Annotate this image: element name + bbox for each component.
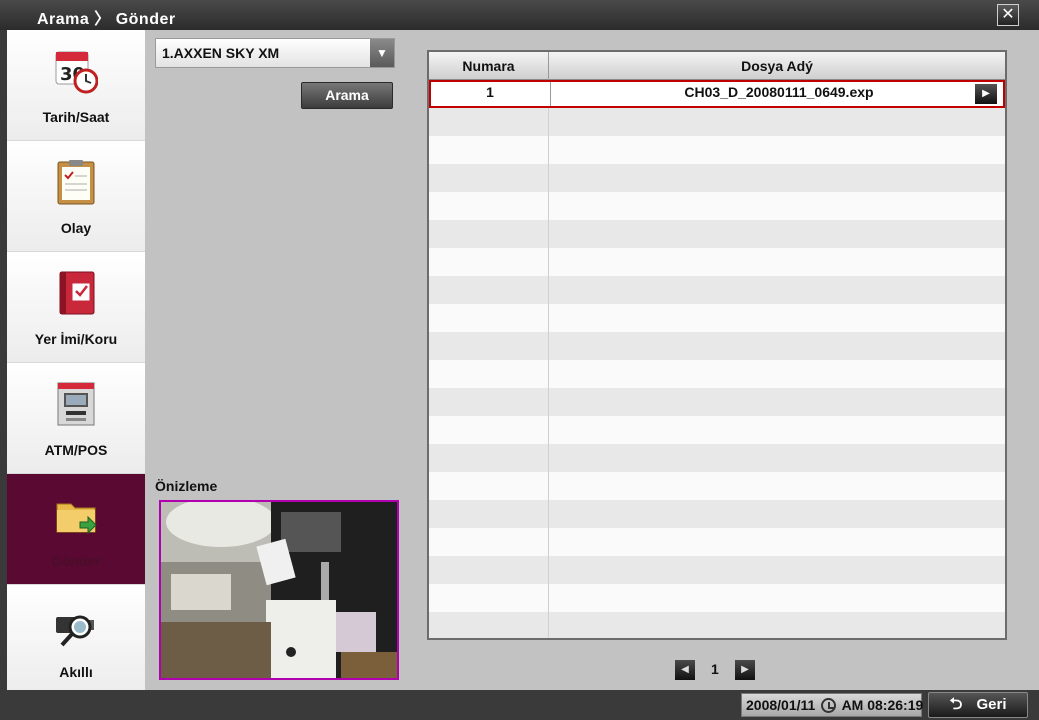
column-header-number[interactable]: Numara	[429, 52, 549, 80]
close-icon: ✕	[1001, 6, 1015, 23]
search-filter-panel: 1.AXXEN SKY XM ▼ Arama Önizleme	[145, 30, 405, 690]
sidebar-item-send[interactable]: Gönder	[7, 474, 145, 585]
back-button[interactable]: ⮌ Geri	[928, 692, 1028, 718]
device-select-value: 1.AXXEN SKY XM	[162, 45, 280, 61]
title-bar: Arama 〉 Gönder ✕	[0, 0, 1039, 30]
status-bar: 2008/01/11 AM 08:26:19 ⮌ Geri	[0, 690, 1039, 720]
return-arrow-icon: ⮌	[949, 696, 963, 713]
table-row-empty	[429, 584, 1005, 612]
sidebar-item-date-time[interactable]: 30 Tarih/Saat	[7, 30, 145, 141]
table-row-empty	[429, 248, 1005, 276]
time-text: AM 08:26:19	[841, 697, 924, 713]
sidebar-item-label: Akıllı	[59, 664, 93, 680]
sidebar-item-atm-pos[interactable]: ATM/POS	[7, 363, 145, 474]
chevron-down-icon[interactable]: ▼	[370, 39, 394, 67]
sidebar-item-label: Tarih/Saat	[42, 109, 110, 125]
table-row-empty	[429, 500, 1005, 528]
table-row-empty	[429, 472, 1005, 500]
table-row-empty	[429, 332, 1005, 360]
table-row-empty	[429, 108, 1005, 136]
table-row-empty	[429, 416, 1005, 444]
sidebar-item-smart[interactable]: Akıllı	[7, 585, 145, 696]
window-title: Arama 〉 Gönder	[37, 11, 176, 28]
table-row[interactable]: 1 CH03_D_20080111_0649.exp ▶	[429, 80, 1005, 108]
sidebar-item-label: ATM/POS	[44, 442, 108, 458]
clipboard-icon	[57, 160, 95, 205]
sidebar-item-label: Gönder	[51, 553, 101, 569]
table-row-empty	[429, 304, 1005, 332]
table-row-empty	[429, 612, 1005, 638]
calendar-clock-icon: 30	[55, 51, 98, 94]
column-header-file-name[interactable]: Dosya Adý	[549, 52, 1005, 80]
sidebar-item-event[interactable]: Olay	[7, 141, 145, 252]
table-row-empty	[429, 556, 1005, 584]
table-header: Numara Dosya Adý	[429, 52, 1005, 80]
sidebar: 30 Tarih/Saat Olay Yer İmi/Koru ATM/POS …	[7, 30, 145, 696]
table-row-empty	[429, 192, 1005, 220]
play-icon[interactable]: ▶	[975, 84, 997, 104]
preview-image	[159, 500, 399, 680]
atm-icon	[57, 382, 95, 426]
table-row-empty	[429, 276, 1005, 304]
row-file-name: CH03_D_20080111_0649.exp	[684, 84, 874, 100]
prev-page-icon[interactable]: ◀	[675, 660, 695, 680]
close-button[interactable]: ✕	[997, 4, 1019, 26]
clock-icon	[821, 698, 837, 713]
table-row-empty	[429, 444, 1005, 472]
datetime-display: 2008/01/11 AM 08:26:19	[741, 693, 924, 717]
file-list-panel: Numara Dosya Adý 1 CH03_D_20080111_0649.…	[405, 30, 1039, 690]
file-table: Numara Dosya Adý 1 CH03_D_20080111_0649.…	[427, 50, 1007, 640]
table-row-empty	[429, 164, 1005, 192]
page-number: 1	[711, 661, 719, 677]
next-page-icon[interactable]: ▶	[735, 660, 755, 680]
table-row-empty	[429, 220, 1005, 248]
sidebar-item-label: Olay	[60, 220, 92, 236]
folder-send-icon	[56, 503, 97, 535]
smart-camera-icon	[56, 615, 94, 647]
preview-label: Önizleme	[155, 478, 218, 494]
row-number: 1	[486, 84, 494, 100]
date-text: 2008/01/11	[746, 697, 816, 713]
table-row-empty	[429, 360, 1005, 388]
preview-scene	[161, 502, 397, 678]
table-row-empty	[429, 136, 1005, 164]
sidebar-item-label: Yer İmi/Koru	[34, 331, 118, 347]
table-row-empty	[429, 388, 1005, 416]
device-select[interactable]: 1.AXXEN SKY XM ▼	[155, 38, 395, 68]
table-row-empty	[429, 528, 1005, 556]
sidebar-item-bookmark[interactable]: Yer İmi/Koru	[7, 252, 145, 363]
search-button[interactable]: Arama	[301, 82, 393, 109]
back-button-label: Geri	[976, 696, 1007, 713]
bookmark-book-icon	[59, 271, 95, 315]
